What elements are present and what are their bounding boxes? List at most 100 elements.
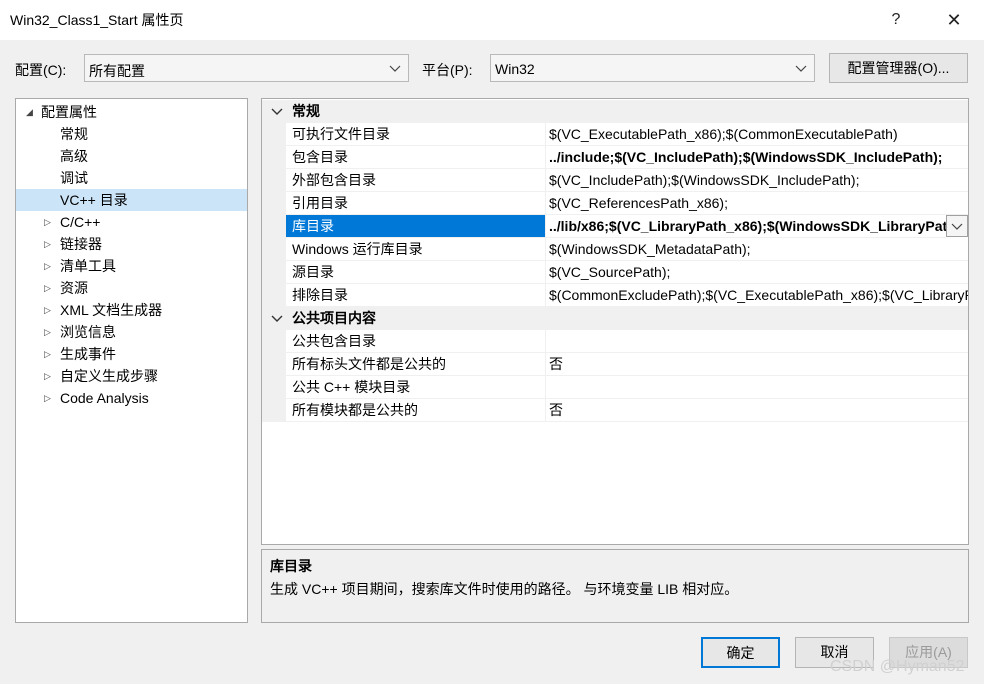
tree-item-label: 生成事件 xyxy=(60,346,116,362)
tree-item-manifest-tool[interactable]: ▷ 清单工具 xyxy=(16,255,247,277)
property-grid: 常规 可执行文件目录 $(VC_ExecutablePath_x86);$(Com… xyxy=(261,98,969,545)
tree-item-label: 调试 xyxy=(60,170,88,186)
property-value[interactable]: $(VC_ExecutablePath_x86);$(CommonExecuta… xyxy=(546,123,968,146)
collapsed-triangle-icon: ▷ xyxy=(44,327,51,337)
tree-item-label: 清单工具 xyxy=(60,258,116,274)
config-value: 所有配置 xyxy=(89,63,145,79)
chevron-down-icon xyxy=(951,223,963,230)
tree-item-label: 高级 xyxy=(60,148,88,164)
collapsed-triangle-icon: ▷ xyxy=(44,239,51,249)
config-manager-button[interactable]: 配置管理器(O)... xyxy=(829,53,968,83)
tree-item-label: C/C++ xyxy=(60,214,101,230)
property-name: 包含目录 xyxy=(286,146,546,169)
collapsed-triangle-icon: ▷ xyxy=(44,283,51,293)
property-name: 公共包含目录 xyxy=(286,330,546,353)
description-title: 库目录 xyxy=(270,558,312,574)
collapsed-triangle-icon: ▷ xyxy=(44,349,51,359)
platform-label: 平台(P): xyxy=(422,62,473,78)
property-name: 排除目录 xyxy=(286,284,546,307)
property-row[interactable]: 公共 C++ 模块目录 xyxy=(262,376,968,399)
tree-item-vc-directories[interactable]: VC++ 目录 xyxy=(16,189,247,211)
property-row[interactable]: 公共包含目录 xyxy=(262,330,968,353)
tree-item-code-analysis[interactable]: ▷ Code Analysis xyxy=(16,387,247,409)
property-row[interactable]: 所有模块都是公共的否 xyxy=(262,399,968,422)
help-button[interactable]: ? xyxy=(876,6,916,34)
collapsed-triangle-icon: ▷ xyxy=(44,217,51,227)
tree-item-browse-info[interactable]: ▷ 浏览信息 xyxy=(16,321,247,343)
property-row[interactable]: 外部包含目录 $(VC_IncludePath);$(WindowsSDK_Inc… xyxy=(262,169,968,192)
property-name: Windows 运行库目录 xyxy=(286,238,546,261)
tree-root-label: 配置属性 xyxy=(41,104,97,120)
category-general[interactable]: 常规 xyxy=(262,100,968,123)
tree-item-label: Code Analysis xyxy=(60,390,149,406)
tree-item-custom-build[interactable]: ▷ 自定义生成步骤 xyxy=(16,365,247,387)
config-label: 配置(C): xyxy=(15,62,67,78)
property-value[interactable] xyxy=(546,376,968,399)
tree-item-label: VC++ 目录 xyxy=(60,192,128,208)
tree-item-xml-doc[interactable]: ▷ XML 文档生成器 xyxy=(16,299,247,321)
property-row[interactable]: 包含目录 ../include;$(VC_IncludePath);$(Windo… xyxy=(262,146,968,169)
window-title: Win32_Class1_Start 属性页 xyxy=(10,12,184,28)
tree-item-label: 资源 xyxy=(60,280,88,296)
property-row[interactable]: Windows 运行库目录 $(WindowsSDK_MetadataPath); xyxy=(262,238,968,261)
description-pane: 库目录 生成 VC++ 项目期间，搜索库文件时使用的路径。 与环境变量 LIB … xyxy=(261,549,969,623)
property-value[interactable]: 否 xyxy=(546,399,968,422)
expanded-triangle-icon: ◢ xyxy=(26,107,33,117)
property-name: 公共 C++ 模块目录 xyxy=(286,376,546,399)
property-value[interactable]: $(VC_ReferencesPath_x86); xyxy=(546,192,968,215)
property-name: 外部包含目录 xyxy=(286,169,546,192)
collapsed-triangle-icon: ▷ xyxy=(44,371,51,381)
value-dropdown-button[interactable] xyxy=(946,215,968,237)
tree-root[interactable]: ◢ 配置属性 xyxy=(16,101,247,123)
tree-item-advanced[interactable]: 高级 xyxy=(16,145,247,167)
tree-item-cpp[interactable]: ▷ C/C++ xyxy=(16,211,247,233)
tree-item-general[interactable]: 常规 xyxy=(16,123,247,145)
property-value[interactable]: $(VC_IncludePath);$(WindowsSDK_IncludePa… xyxy=(546,169,968,192)
tree-item-label: 浏览信息 xyxy=(60,324,116,340)
property-value[interactable]: $(VC_SourcePath); xyxy=(546,261,968,284)
property-name: 可执行文件目录 xyxy=(286,123,546,146)
tree-item-build-events[interactable]: ▷ 生成事件 xyxy=(16,343,247,365)
property-name: 所有模块都是公共的 xyxy=(286,399,546,422)
property-value[interactable]: ../lib/x86;$(VC_LibraryPath_x86);$(Windo… xyxy=(546,215,946,238)
tree-item-label: 自定义生成步骤 xyxy=(60,368,158,384)
property-value[interactable]: $(WindowsSDK_MetadataPath); xyxy=(546,238,968,261)
watermark: CSDN @Hyman52 xyxy=(830,658,965,675)
collapsed-triangle-icon: ▷ xyxy=(44,393,51,403)
config-combo[interactable]: 所有配置 xyxy=(84,54,409,82)
property-name: 所有标头文件都是公共的 xyxy=(286,353,546,376)
chevron-down-icon xyxy=(271,315,283,322)
category-public-content[interactable]: 公共项目内容 xyxy=(262,307,968,330)
property-name: 库目录 xyxy=(286,215,546,238)
property-row[interactable]: 排除目录 $(CommonExcludePath);$(VC_Executable… xyxy=(262,284,968,307)
category-label: 常规 xyxy=(292,103,320,119)
property-name: 引用目录 xyxy=(286,192,546,215)
property-row[interactable]: 源目录 $(VC_SourcePath); xyxy=(262,261,968,284)
property-value[interactable]: ../include;$(VC_IncludePath);$(WindowsSD… xyxy=(546,146,968,169)
ok-button[interactable]: 确定 xyxy=(701,637,780,668)
description-text: 生成 VC++ 项目期间，搜索库文件时使用的路径。 与环境变量 LIB 相对应。 xyxy=(270,581,739,597)
tree-item-label: XML 文档生成器 xyxy=(60,302,163,318)
property-row[interactable]: 所有标头文件都是公共的否 xyxy=(262,353,968,376)
category-label: 公共项目内容 xyxy=(292,310,376,326)
tree-item-label: 链接器 xyxy=(60,236,102,252)
tree-item-resources[interactable]: ▷ 资源 xyxy=(16,277,247,299)
property-row[interactable]: 可执行文件目录 $(VC_ExecutablePath_x86);$(Common… xyxy=(262,123,968,146)
property-value[interactable] xyxy=(546,330,968,353)
tree-item-linker[interactable]: ▷ 链接器 xyxy=(16,233,247,255)
property-value[interactable]: $(CommonExcludePath);$(VC_ExecutablePath… xyxy=(546,284,968,307)
property-row[interactable]: 引用目录 $(VC_ReferencesPath_x86); xyxy=(262,192,968,215)
property-row-selected[interactable]: 库目录 ../lib/x86;$(VC_LibraryPath_x86);$(W… xyxy=(262,215,968,238)
title-bar: Win32_Class1_Start 属性页 ? ✕ xyxy=(0,0,984,40)
collapsed-triangle-icon: ▷ xyxy=(44,261,51,271)
collapsed-triangle-icon: ▷ xyxy=(44,305,51,315)
close-button[interactable]: ✕ xyxy=(934,6,974,34)
property-name: 源目录 xyxy=(286,261,546,284)
chevron-down-icon xyxy=(795,65,807,72)
chevron-down-icon xyxy=(271,108,283,115)
chevron-down-icon xyxy=(389,65,401,72)
property-value[interactable]: 否 xyxy=(546,353,968,376)
tree-item-debugging[interactable]: 调试 xyxy=(16,167,247,189)
platform-combo[interactable]: Win32 xyxy=(490,54,815,82)
property-tree: ◢ 配置属性 常规 高级 调试 VC++ 目录 ▷ C/C++ ▷ 链接器 ▷ … xyxy=(15,98,248,623)
